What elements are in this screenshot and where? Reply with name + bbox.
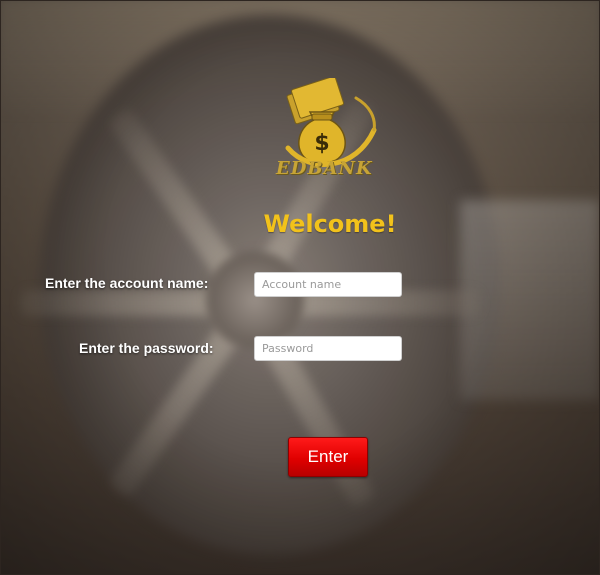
login-screen: $ EDBANK Welcome! Enter the account name… bbox=[0, 0, 600, 575]
